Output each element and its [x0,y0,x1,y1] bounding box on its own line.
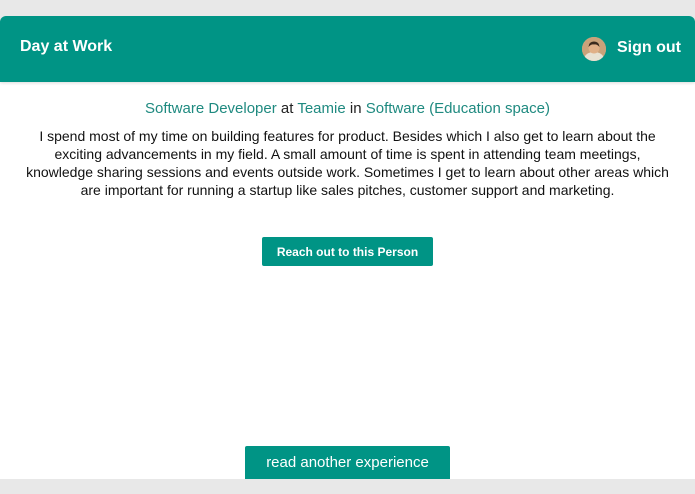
avatar-portrait-icon [582,37,606,61]
app-window: Day at Work Sign out Software Developer … [0,16,695,479]
role-link[interactable]: Software Developer [145,100,277,117]
top-navbar: Day at Work Sign out [0,16,695,82]
reach-out-button[interactable]: Reach out to this Person [262,237,433,266]
at-text: at [280,100,294,117]
company-link[interactable]: Teamie [297,100,345,117]
experience-description: I spend most of my time on building feat… [26,128,669,198]
read-another-experience-button[interactable]: read another experience [245,446,450,479]
role-line: Software Developer at Teamie in Software… [0,100,695,117]
industry-link[interactable]: Software (Education space) [366,100,550,117]
user-avatar-icon[interactable] [582,37,606,61]
in-text: in [349,100,362,117]
brand-title[interactable]: Day at Work [20,38,112,56]
sign-out-link[interactable]: Sign out [617,39,681,57]
